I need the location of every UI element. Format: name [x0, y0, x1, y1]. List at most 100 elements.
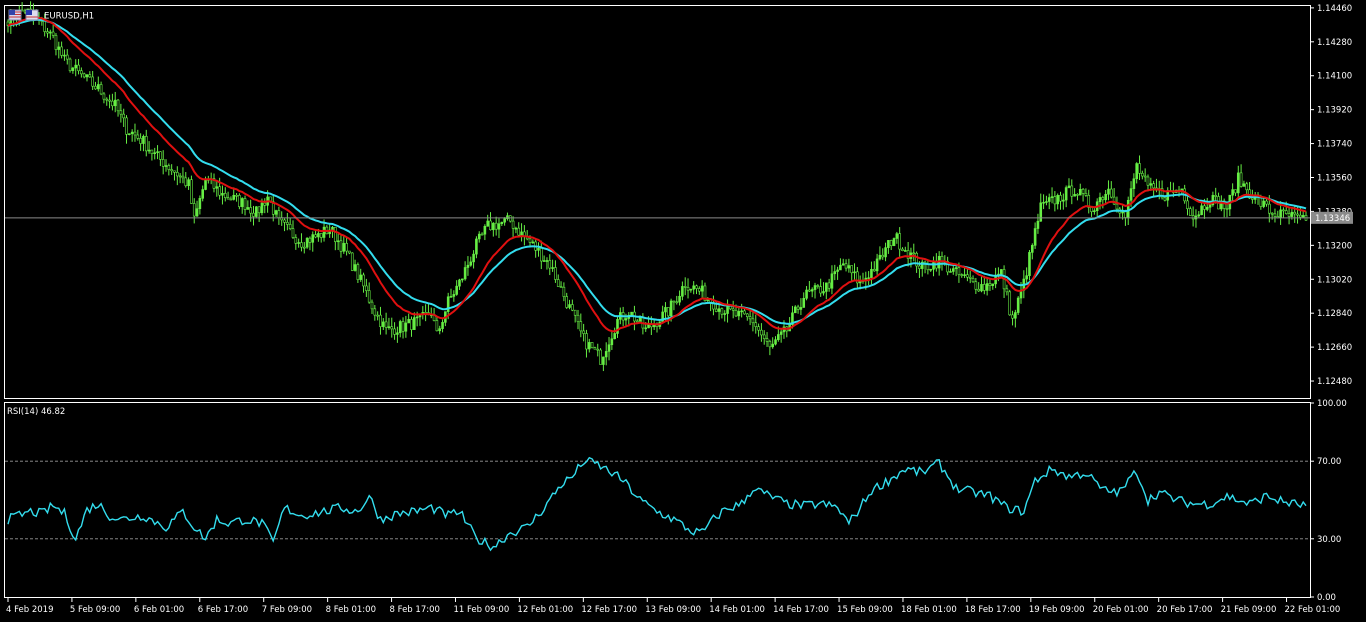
- candle-body: [1236, 172, 1240, 194]
- candle-body: [322, 226, 326, 238]
- rsi-tick-label: 70.00: [1317, 457, 1341, 467]
- candle-body: [731, 308, 735, 311]
- us-flag-icon: [8, 9, 22, 21]
- candle-body: [514, 227, 518, 230]
- price-tick-label: 1.13920: [1317, 106, 1352, 116]
- candle-body: [929, 268, 933, 271]
- candle-body: [844, 263, 848, 269]
- candle-body: [1149, 183, 1153, 186]
- candle-body: [963, 274, 966, 276]
- candle-body: [576, 314, 580, 322]
- candle-body: [221, 193, 224, 196]
- candle-body: [150, 149, 154, 154]
- time-tick-label: 14 Feb 17:00: [773, 605, 829, 615]
- candle-body: [1059, 195, 1062, 202]
- candle-body: [57, 46, 61, 50]
- time-tick-label: 12 Feb 01:00: [517, 605, 573, 615]
- candle-body: [119, 110, 123, 115]
- candle-body: [441, 322, 444, 329]
- eu-flag-icon: [25, 9, 39, 21]
- candle-body: [277, 210, 281, 218]
- candle-body: [1005, 288, 1009, 293]
- candle-body: [1016, 297, 1020, 313]
- candle-body: [1268, 203, 1271, 214]
- time-tick-label: 21 Feb 09:00: [1221, 605, 1277, 615]
- candle-body: [977, 288, 980, 292]
- candle-body: [46, 31, 49, 34]
- candle-body: [370, 301, 374, 310]
- time-tick-label: 20 Feb 17:00: [1157, 605, 1213, 615]
- candle-body: [469, 261, 473, 266]
- candle-body: [1047, 197, 1051, 202]
- candle-body: [635, 320, 639, 323]
- candle-body: [777, 334, 780, 340]
- candle-body: [604, 351, 608, 358]
- candle-body: [1008, 291, 1012, 316]
- candle-body: [294, 237, 298, 244]
- candle-body: [1270, 212, 1274, 215]
- candle-body: [238, 195, 241, 207]
- candle-body: [1282, 209, 1285, 212]
- candle-body: [102, 93, 106, 100]
- candle-body: [1143, 175, 1147, 178]
- rsi-panel: [4, 402, 1311, 598]
- candle-body: [537, 248, 540, 251]
- candle-body: [190, 179, 193, 204]
- candle-body: [291, 228, 295, 238]
- candle-body: [494, 222, 498, 230]
- candle-body: [760, 329, 763, 336]
- price-tick-label: 1.12660: [1317, 343, 1352, 353]
- candle-body: [839, 264, 842, 271]
- candle-body: [356, 264, 360, 280]
- candle-body: [410, 319, 413, 330]
- candle-body: [726, 305, 729, 314]
- candle-body: [305, 237, 309, 248]
- candle-body: [43, 20, 46, 32]
- candle-body: [672, 300, 676, 303]
- candle-body: [170, 169, 173, 172]
- candle-body: [810, 289, 814, 292]
- candle-body: [892, 238, 896, 247]
- time-tick-label: 22 Feb 01:00: [1285, 605, 1341, 615]
- candle-body: [881, 254, 885, 258]
- candle-body: [1163, 197, 1167, 201]
- candle-body: [68, 58, 72, 71]
- candle-body: [1141, 173, 1144, 177]
- candle-body: [830, 273, 834, 289]
- candle-body: [489, 220, 492, 231]
- candle-body: [799, 307, 803, 310]
- candle-body: [463, 267, 467, 280]
- candle-body: [596, 348, 600, 351]
- candle-body: [133, 131, 137, 136]
- candle-body: [1197, 214, 1201, 217]
- candle-body: [912, 252, 916, 255]
- candle-body: [1129, 188, 1133, 201]
- candle-body: [762, 334, 766, 339]
- candle-body: [308, 237, 312, 243]
- candle-body: [1135, 163, 1138, 180]
- candle-body: [714, 308, 718, 312]
- candle-body: [1028, 252, 1031, 276]
- symbol-title: EURUSD,H1: [44, 12, 94, 22]
- candle-body: [204, 179, 207, 190]
- time-tick-label: 18 Feb 17:00: [965, 605, 1021, 615]
- candle-body: [91, 76, 94, 87]
- candle-body: [144, 135, 148, 152]
- candle-body: [796, 306, 800, 310]
- candle-body: [678, 295, 681, 303]
- time-tick-label: 20 Feb 01:00: [1093, 605, 1149, 615]
- candle-body: [88, 74, 92, 78]
- candle-body: [319, 233, 323, 238]
- candle-body: [1245, 183, 1249, 191]
- candle-body: [353, 264, 357, 271]
- candle-body: [884, 247, 887, 258]
- candle-body: [503, 218, 506, 223]
- candle-body: [875, 258, 879, 272]
- candle-body: [542, 260, 546, 262]
- candle-body: [779, 331, 783, 335]
- time-tick-label: 6 Feb 17:00: [198, 605, 248, 615]
- candle-body: [613, 333, 616, 340]
- candle-body: [376, 314, 379, 317]
- candle-body: [339, 240, 343, 252]
- candle-body: [153, 152, 157, 155]
